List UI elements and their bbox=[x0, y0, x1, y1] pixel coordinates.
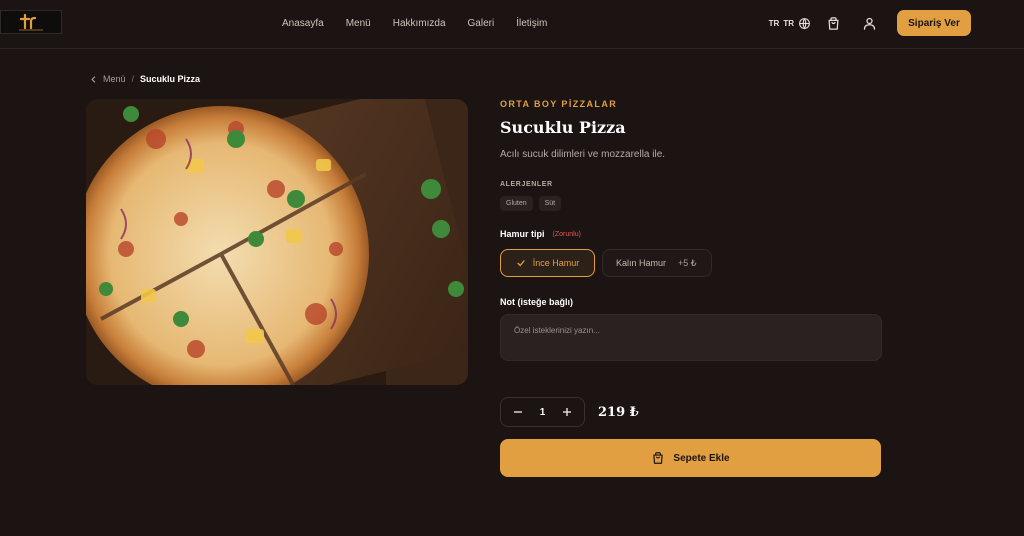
cart-icon[interactable] bbox=[825, 15, 841, 31]
dough-type-label: Hamur tipi bbox=[500, 229, 545, 239]
product-details: ORTA BOY PİZZALAR Sucuklu Pizza Acılı su… bbox=[500, 99, 882, 366]
note-input[interactable] bbox=[500, 314, 882, 361]
quantity-stepper: 1 bbox=[500, 397, 585, 427]
order-button[interactable]: Sipariş Ver bbox=[897, 10, 971, 36]
allergen-chip: Süt bbox=[538, 196, 562, 211]
dough-option-label: İnce Hamur bbox=[532, 258, 580, 268]
top-header: Anasayfa Menü Hakkımızda Galeri İletişim… bbox=[0, 0, 1024, 49]
breadcrumb-menu: Menü bbox=[103, 74, 126, 84]
user-icon[interactable] bbox=[861, 15, 877, 31]
cart-icon bbox=[653, 452, 664, 464]
add-to-cart-button[interactable]: Sepete Ekle bbox=[500, 439, 881, 477]
globe-icon bbox=[799, 17, 810, 29]
product-category: ORTA BOY PİZZALAR bbox=[500, 99, 618, 109]
quantity-row: 1 219 ₺ bbox=[500, 397, 639, 427]
dough-type-header: Hamur tipi (Zorunlu) bbox=[500, 229, 882, 239]
restaurant-logo[interactable] bbox=[0, 10, 62, 34]
main-nav: Anasayfa Menü Hakkımızda Galeri İletişim bbox=[282, 0, 547, 46]
product-price: 219 ₺ bbox=[598, 404, 639, 420]
breadcrumb: Menü / Sucuklu Pizza bbox=[90, 74, 200, 84]
note-label: Not (isteğe bağlı) bbox=[500, 297, 574, 307]
plus-icon bbox=[563, 408, 571, 416]
product-description: Acılı sucuk dilimleri ve mozzarella ile. bbox=[500, 149, 666, 160]
nav-contact[interactable]: İletişim bbox=[516, 18, 547, 29]
breadcrumb-current: Sucuklu Pizza bbox=[140, 74, 201, 84]
dough-option-thin[interactable]: İnce Hamur bbox=[500, 249, 595, 277]
dough-option-label: Kalın Hamur bbox=[616, 258, 667, 268]
allergen-chip: Gluten bbox=[500, 196, 533, 211]
minus-icon bbox=[514, 411, 522, 413]
language-switcher[interactable]: TR TR bbox=[769, 17, 811, 30]
quantity-value: 1 bbox=[539, 406, 546, 418]
lang-code: TR bbox=[768, 18, 780, 28]
dough-option-thick[interactable]: Kalın Hamur +5 ₺ bbox=[602, 249, 712, 277]
breadcrumb-separator: / bbox=[131, 74, 135, 84]
allergens-label: ALERJENLER bbox=[500, 181, 553, 188]
nav-menu[interactable]: Menü bbox=[346, 18, 371, 29]
pizza-photo bbox=[86, 99, 468, 385]
allergen-list: Gluten Süt bbox=[500, 196, 882, 211]
breadcrumb-back-link[interactable]: Menü bbox=[90, 74, 126, 84]
decrement-button[interactable] bbox=[511, 405, 525, 419]
nav-gallery[interactable]: Galeri bbox=[468, 18, 495, 29]
header-actions: TR TR Sipariş Ver bbox=[769, 9, 1024, 37]
lang-code-current: TR bbox=[783, 18, 794, 28]
required-badge: (Zorunlu) bbox=[552, 230, 581, 238]
dough-option-price: +5 ₺ bbox=[678, 257, 697, 268]
product-title: Sucuklu Pizza bbox=[500, 118, 626, 137]
check-icon bbox=[516, 260, 525, 267]
increment-button[interactable] bbox=[560, 405, 574, 419]
add-to-cart-label: Sepete Ekle bbox=[673, 452, 730, 464]
chevron-left-icon bbox=[91, 75, 96, 83]
nav-home[interactable]: Anasayfa bbox=[282, 18, 324, 29]
dough-options: İnce Hamur Kalın Hamur +5 ₺ bbox=[500, 249, 882, 277]
nav-about[interactable]: Hakkımızda bbox=[393, 18, 446, 29]
